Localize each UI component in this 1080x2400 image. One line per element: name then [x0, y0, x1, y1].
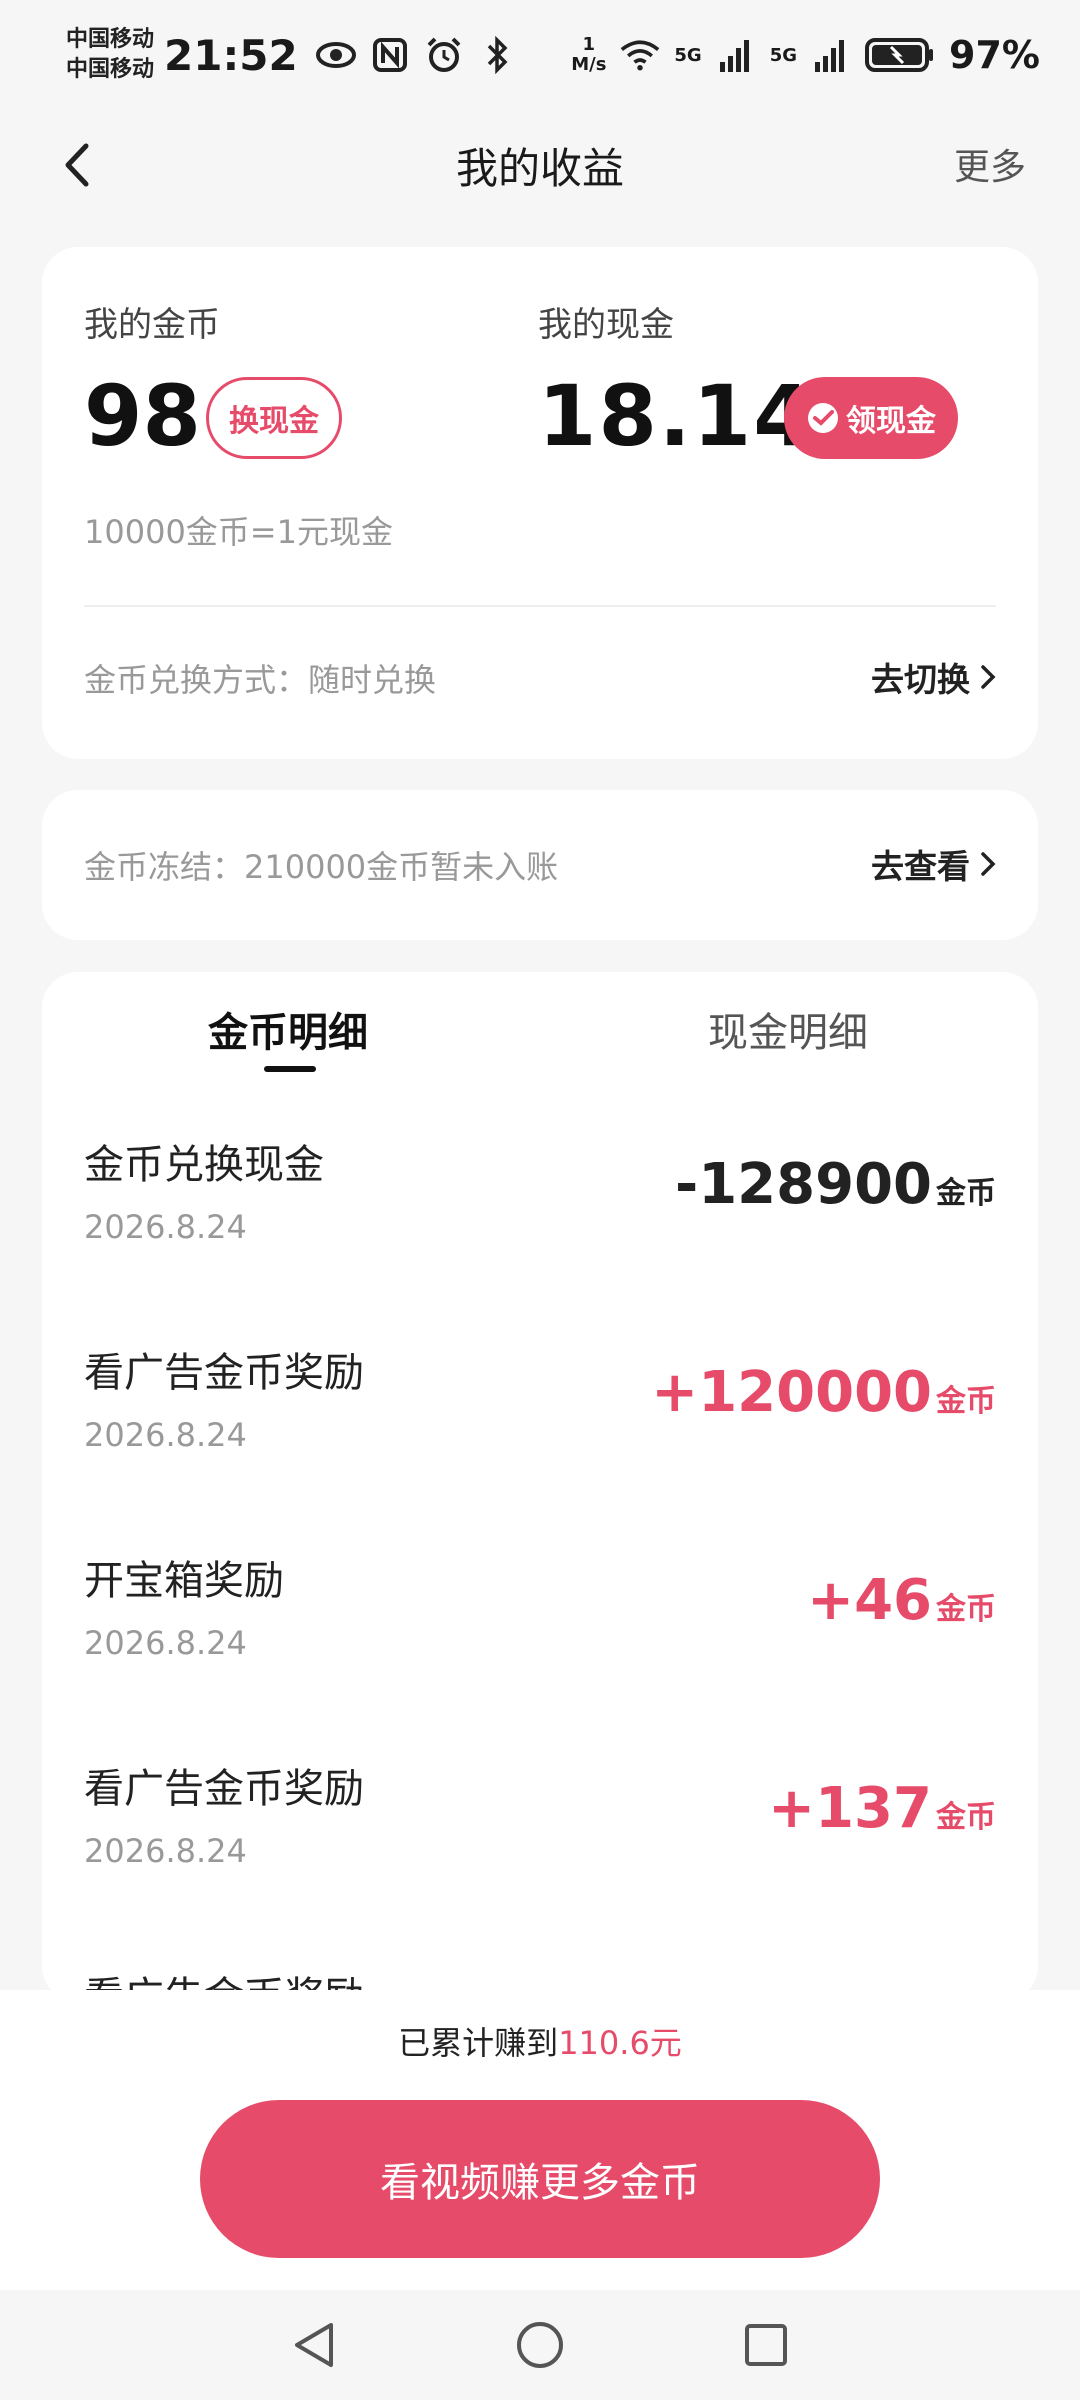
transaction-date: 2026.8.24 [84, 1832, 247, 1870]
bluetooth-icon [478, 35, 518, 75]
system-nav-bar [0, 2290, 1080, 2400]
withdraw-cash-label: 领现金 [846, 404, 936, 439]
bottom-action-panel: 已累计赚到110.6元 看视频赚更多金币 [0, 1990, 1080, 2290]
coins-label: 我的金币 [84, 305, 220, 345]
battery-icon [865, 35, 935, 75]
nav-back-button[interactable] [286, 2317, 342, 2373]
frozen-coins-card: 金币冻结：210000金币暂未入账 去查看 [42, 790, 1038, 940]
triangle-back-icon [295, 2323, 333, 2367]
total-earned-amount: 110.6元 [558, 2024, 682, 2062]
transaction-row: 看广告金币奖励 2026.8.24 +137 金币 [42, 1756, 1038, 1964]
network-type-2: 5G [769, 44, 798, 66]
view-frozen-link[interactable]: 去查看 [871, 840, 996, 888]
carrier-1: 中国移动 [66, 27, 155, 52]
clock: 21:52 [164, 30, 298, 80]
exchange-cash-button[interactable]: 换现金 [206, 377, 342, 459]
nav-home-button[interactable] [512, 2317, 568, 2373]
tab-coin-details[interactable]: 金币明细 [208, 1000, 368, 1058]
transaction-amount: -128900 金币 [674, 1152, 996, 1217]
transaction-row: 金币兑换现金 2026.8.24 -128900 金币 [42, 1132, 1038, 1340]
tab-cash-details[interactable]: 现金明细 [708, 1000, 868, 1058]
alarm-icon [424, 35, 464, 75]
exchange-method: 金币兑换方式：随时兑换 [84, 661, 437, 699]
transaction-date: 2026.8.24 [84, 1416, 247, 1454]
carrier-info: 中国移动 中国移动 [66, 25, 154, 85]
transaction-amount: +137 金币 [768, 1776, 996, 1841]
active-tab-indicator [264, 1066, 316, 1072]
switch-exchange-link[interactable]: 去切换 [871, 653, 996, 701]
view-frozen-label: 去查看 [871, 847, 970, 886]
cash-label: 我的现金 [538, 305, 674, 345]
watch-video-button[interactable]: 看视频赚更多金币 [200, 2100, 880, 2258]
battery-percent: 97% [949, 33, 1040, 77]
transaction-date: 2026.8.24 [84, 1624, 247, 1662]
frozen-coins-text: 金币冻结：210000金币暂未入账 [84, 848, 559, 886]
coins-value: 98 [84, 367, 201, 465]
transaction-date: 2026.8.24 [84, 1208, 247, 1246]
chevron-left-icon [65, 143, 89, 187]
chevron-right-icon [981, 852, 996, 876]
more-button[interactable]: 更多 [954, 138, 1026, 190]
network-speed: 1 M/s [571, 34, 607, 75]
divider [84, 605, 996, 607]
back-button[interactable] [52, 140, 102, 190]
transaction-title: 金币兑换现金 [84, 1142, 324, 1188]
chevron-right-icon [981, 665, 996, 689]
transaction-amount: +120000 金币 [651, 1360, 996, 1425]
network-type-1: 5G [674, 44, 702, 66]
withdraw-cash-button[interactable]: 领现金 [784, 377, 958, 459]
square-recents-icon [745, 2324, 787, 2366]
transaction-title: 开宝箱奖励 [84, 1558, 284, 1604]
transaction-amount: +46 金币 [807, 1568, 996, 1633]
status-bar: 中国移动 中国移动 21:52 1 M/s 5G 5G 97% [0, 0, 1080, 110]
transaction-row: 看广告金币奖励 2026.8.24 +120000 金币 [42, 1340, 1038, 1548]
total-earned-label: 已累计赚到 [398, 2024, 559, 2062]
total-earned: 已累计赚到110.6元 [0, 2018, 1080, 2064]
eye-icon [315, 35, 356, 75]
signal-icon [811, 35, 851, 75]
signal-icon [716, 35, 756, 75]
exchange-rate: 10000金币=1元现金 [84, 513, 393, 551]
cash-value: 18.14 [538, 367, 814, 465]
nav-recents-button[interactable] [738, 2317, 794, 2373]
page-title: 我的收益 [455, 143, 624, 193]
carrier-2: 中国移动 [66, 57, 155, 82]
nfc-icon [370, 35, 410, 75]
wechat-pay-icon [808, 403, 838, 433]
top-app-bar: 我的收益 更多 [0, 110, 1080, 220]
earnings-summary-card: 我的金币 98 换现金 我的现金 18.14 领现金 10000金币=1元现金 … [42, 247, 1038, 759]
transaction-row: 开宝箱奖励 2026.8.24 +46 金币 [42, 1548, 1038, 1756]
switch-exchange-label: 去切换 [871, 660, 970, 699]
wifi-icon [620, 35, 660, 75]
circle-home-icon [517, 2322, 563, 2368]
details-card: 金币明细 现金明细 金币兑换现金 2026.8.24 -128900 金币 看广告… [42, 972, 1038, 2020]
transaction-title: 看广告金币奖励 [84, 1766, 364, 1812]
transaction-title: 看广告金币奖励 [84, 1350, 364, 1396]
